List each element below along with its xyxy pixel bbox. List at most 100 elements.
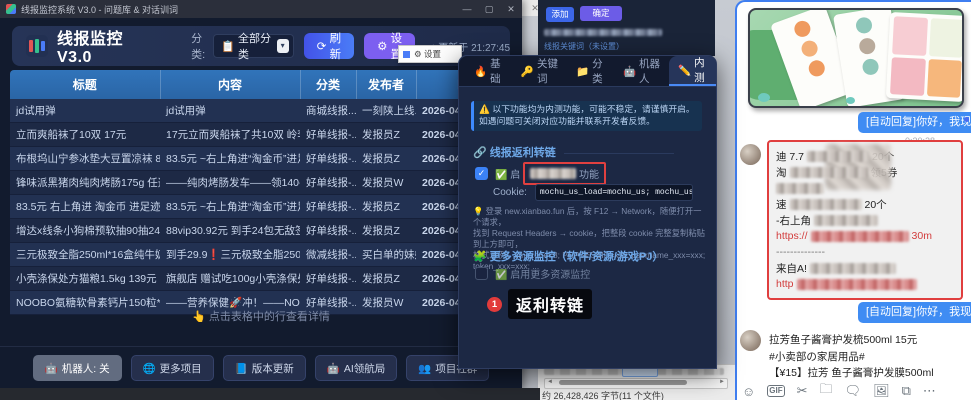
masked-hint-text — [544, 27, 662, 36]
toolbar-icon[interactable]: ✂ — [797, 383, 808, 399]
window-icon — [403, 51, 410, 58]
masked-text — [530, 168, 576, 179]
cell-title: 83.5元 右上角进 淘金币 进足迹拍 有... — [10, 195, 160, 219]
scroll-right-icon[interactable]: ► — [719, 379, 725, 386]
table-hint: 👆 点击表格中的行查看详情 — [0, 308, 522, 324]
tab-basic[interactable]: 🔥 基础 — [465, 56, 512, 86]
chat-window: [自动回复]你好，我现 0:30:28 迪 7.720个 淘领5券 速20个 -… — [735, 0, 971, 400]
toolbar-icon[interactable]: ⋯ — [923, 383, 936, 399]
avatar[interactable] — [740, 144, 761, 165]
robot-toggle-button[interactable]: 🤖 机器人: 关 — [33, 355, 122, 381]
key-icon: 🔑 — [521, 65, 534, 78]
link-icon: 🔗 — [473, 147, 487, 159]
cell-publisher: 发报员Z — [356, 123, 416, 147]
refresh-button[interactable]: ⟳ 刷新 — [304, 33, 354, 59]
toolbar-icon[interactable]: 🖼 — [873, 383, 890, 399]
cell-category: 好单线报-... — [300, 267, 356, 291]
toolbar-icon[interactable]: ☺ — [742, 384, 755, 399]
toolbar-icon[interactable]: GIF — [767, 385, 784, 397]
chevron-down-icon: ▾ — [277, 39, 289, 53]
table-row[interactable]: 布根坞山宁参冰垫大豆置凉袜 83.5元 83.5元 ~右上角进“淘金币”进足迹.… — [10, 147, 522, 171]
table-row[interactable]: 三元极致全脂250ml*16盒纯牛奶 29... 到手29.9❗三元极致全脂25… — [10, 243, 522, 267]
rebate-enable-row: ✓ ✅ 启 功能 — [475, 162, 606, 185]
cell-title: 小壳涤保处方猫粮1.5kg 139元 — [10, 267, 160, 291]
col-title[interactable]: 标题 — [10, 70, 160, 99]
status-bar-text: 约 26,428,426 字节(11 个文件) — [542, 389, 664, 400]
toolbar-icon[interactable]: 🗀 — [820, 380, 833, 400]
cell-publisher: 发报员Z — [356, 267, 416, 291]
annotation-redbox: 功能 — [523, 162, 606, 185]
image-prop — [846, 97, 855, 104]
table-header-row: 标题 内容 分类 发布者 时间 — [10, 70, 522, 99]
book-icon: 📘 — [235, 362, 248, 375]
dialog-tabs: 🔥 基础 🔑 关键词 📁 分类 🤖 机器人 ✏️ 内测 — [459, 56, 716, 87]
table-row[interactable]: 小壳涤保处方猫粮1.5kg 139元 旗舰店 赠试吃100g小壳涤保处方猫粮..… — [10, 267, 522, 291]
scroll-left-icon[interactable]: ◄ — [547, 379, 553, 386]
scrollbar-thumb[interactable] — [559, 380, 687, 385]
category-label: 分类: — [191, 30, 207, 62]
tab-robot[interactable]: 🤖 机器人 — [614, 56, 669, 86]
cell-title: 三元极致全脂250ml*16盒纯牛奶 29... — [10, 243, 160, 267]
auto-reply-bubble[interactable]: [自动回复]你好，我现 — [858, 302, 971, 323]
cell-content: 83.5元 ~右上角进“淘金币”进足迹... — [160, 147, 300, 171]
cell-content: 旗舰店 赠试吃100g小壳涤保处方猫粮... — [160, 267, 300, 291]
confirm-button[interactable]: 确定 — [580, 6, 622, 21]
tab-category[interactable]: 📁 分类 — [567, 56, 614, 86]
maximize-icon[interactable]: ▢ — [478, 0, 500, 18]
minimize-icon[interactable]: — — [456, 0, 478, 18]
cell-category: 好单线报-... — [300, 195, 356, 219]
cell-publisher: 买白单的妹妹 — [356, 243, 416, 267]
checkbox-rebate[interactable]: ✓ — [475, 167, 488, 180]
add-button[interactable]: 添加 — [546, 7, 574, 22]
main-titlebar[interactable]: 线报监控系统 V3.0 - 问题库 & 对话训词 — [0, 0, 522, 18]
col-content[interactable]: 内容 — [160, 70, 300, 99]
table-row[interactable]: 锋味派黑猪肉纯肉烤肠175g 任选5件... ——纯肉烤肠发车——领140-60… — [10, 171, 522, 195]
checkbox-more-resources[interactable] — [475, 267, 488, 280]
table-row[interactable]: 83.5元 右上角进 淘金币 进足迹拍 有... 83.5元 ~右上角进“淘金币… — [10, 195, 522, 219]
keyword-status-text: 线报关键词（未设置） — [544, 41, 624, 52]
cell-content: 17元立而爽船袜了共10双 岭李恤后石... — [160, 123, 300, 147]
notification-dot — [964, 117, 969, 122]
cell-category: 好单线报-... — [300, 123, 356, 147]
category-value: 全部分类 — [238, 30, 277, 62]
image-prop — [758, 93, 770, 102]
more-projects-button[interactable]: 🌐 更多项目 — [131, 355, 214, 381]
cookie-input[interactable]: mochu_us_load=mochu_us; mochu_us_notice — [535, 184, 693, 201]
settings-dialog: 🔥 基础 🔑 关键词 📁 分类 🤖 机器人 ✏️ 内测 ⚠️ 以下功能均为内测功… — [458, 55, 717, 369]
refresh-icon: ⟳ — [317, 39, 327, 53]
chat-image-message[interactable] — [748, 8, 964, 108]
cell-publisher: 一刻陕上线... — [356, 99, 416, 123]
more-resources-row: ✅ 启用更多资源监控 — [475, 266, 590, 281]
table-row[interactable]: jd试用弹 jd试用弹 商城线报... 一刻陕上线... 2026-04-22 … — [10, 99, 522, 123]
close-icon[interactable]: ✕ — [500, 0, 522, 18]
cell-content: ——纯肉烤肠发车——领140-60补... — [160, 171, 300, 195]
col-category[interactable]: 分类 — [300, 70, 356, 99]
col-publisher[interactable]: 发布者 — [356, 70, 416, 99]
auto-reply-bubble[interactable]: [自动回复]你好，我现 — [858, 112, 971, 133]
avatar[interactable] — [740, 330, 761, 351]
category-select[interactable]: 📋 全部分类 ▾ — [213, 34, 294, 58]
pencil-icon: ✏️ — [678, 64, 691, 77]
cell-title: 增达x线条小狗棉预软抽90抽24包 ... — [10, 219, 160, 243]
footer-toolbar: 🤖 机器人: 关 🌐 更多项目 📘 版本更新 🤖 AI领航局 👥 项目社群 — [0, 355, 522, 381]
ai-nav-button[interactable]: 🤖 AI领航局 — [315, 355, 398, 381]
deal-message-bubble[interactable]: 迪 7.720个 淘领5券 速20个 -右上角 https://30m ----… — [767, 140, 963, 300]
cell-title: 立而爽船袜了10双 17元 — [10, 123, 160, 147]
annotation-label: 返利转链 — [508, 289, 592, 319]
product-message[interactable]: 拉芳鱼子酱膏护发梳500ml 15元 #小卖部の家居用品# 【¥15】拉芳 鱼子… — [769, 332, 934, 382]
tab-keywords[interactable]: 🔑 关键词 — [512, 56, 567, 86]
horizontal-scrollbar[interactable]: ◄ ► — [544, 378, 728, 389]
version-update-button[interactable]: 📘 版本更新 — [223, 355, 306, 381]
flame-icon: 🔥 — [474, 65, 487, 78]
people-icon: 👥 — [418, 362, 431, 375]
app-icon — [6, 4, 16, 14]
tab-beta[interactable]: ✏️ 内测 — [669, 56, 716, 86]
table-row[interactable]: 立而爽船袜了10双 17元 17元立而爽船袜了共10双 岭李恤后石... 好单线… — [10, 123, 522, 147]
robot-icon: 🤖 — [45, 362, 58, 375]
table-row[interactable]: 增达x线条小狗棉预软抽90抽24包 ... 88vip30.92元 到手24包无… — [10, 219, 522, 243]
toolbar-icon[interactable]: 🗨 — [845, 383, 862, 399]
folder-icon: 📁 — [576, 65, 589, 78]
cell-category: 微减线报-... — [300, 243, 356, 267]
toolbar-icon[interactable]: ⧉ — [902, 383, 911, 399]
cell-category: 商城线报... — [300, 99, 356, 123]
